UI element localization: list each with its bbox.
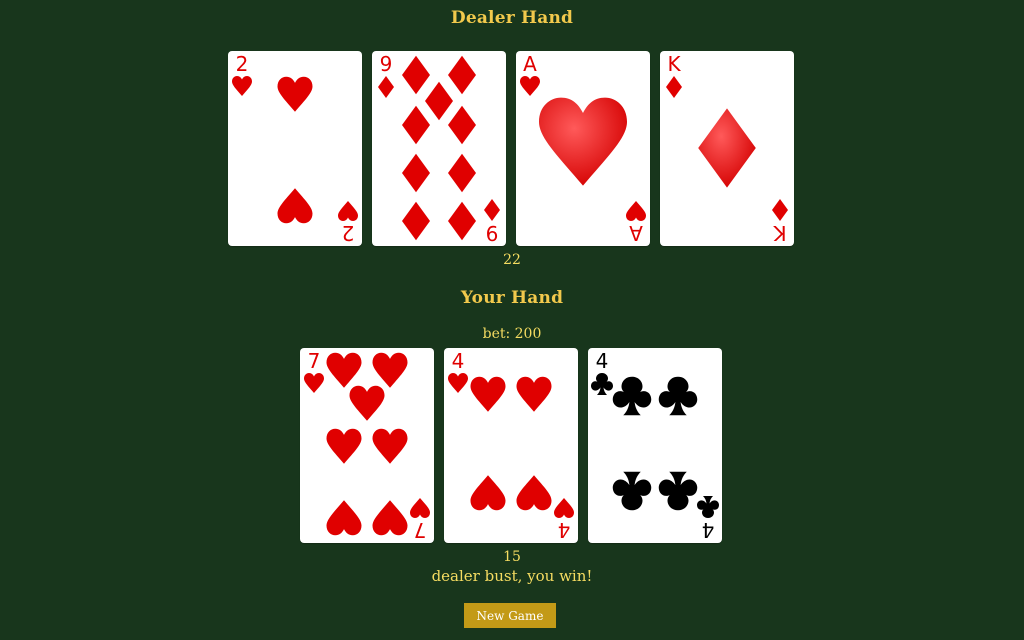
heart-pip-icon [349, 385, 385, 421]
card-rank: K [773, 221, 787, 245]
card-index-bottom: 4 [697, 496, 719, 542]
heart-pip-icon [277, 188, 313, 224]
heart-pip-icon [372, 500, 408, 536]
bet-amount: bet: 200 [482, 326, 542, 342]
diamond-pip-icon [448, 201, 476, 241]
dealer-hand-title: Dealer Hand [450, 8, 574, 28]
card-rank: 9 [380, 52, 393, 76]
card-face: KK [666, 52, 788, 245]
diamond-icon [666, 76, 682, 98]
card-rank: 9 [486, 221, 499, 245]
heart-pip-icon [516, 376, 552, 412]
heart-pip-icon [372, 352, 408, 388]
player-card-3: 44 [588, 348, 722, 543]
diamond-pip-icon [402, 105, 430, 145]
heart-icon [232, 76, 252, 96]
diamond-pip-icon [425, 81, 453, 121]
heart-icon [304, 373, 324, 393]
card-rank: 2 [342, 221, 355, 245]
card-face: 77 [304, 349, 430, 542]
heart-icon [554, 498, 574, 518]
diamond-icon [484, 199, 500, 221]
player-total: 15 [503, 549, 521, 565]
dealer-card-2: 99 [372, 51, 506, 246]
player-card-2: 44 [444, 348, 578, 543]
card-rank: 7 [414, 518, 427, 542]
dealer-card-3: AA [516, 51, 650, 246]
card-face: 22 [232, 52, 358, 245]
club-icon [697, 496, 719, 518]
dealer-total: 22 [503, 252, 521, 268]
card-rank: 4 [702, 518, 715, 542]
heart-icon [448, 373, 468, 393]
card-rank: 7 [308, 349, 321, 373]
diamond-pip-icon [402, 55, 430, 95]
card-face: 99 [378, 52, 500, 245]
card-rank: 4 [558, 518, 571, 542]
player-hand: 774444 [300, 348, 722, 543]
card-rank: 4 [452, 349, 465, 373]
card-face: AA [520, 52, 646, 245]
card-rank: K [667, 52, 681, 76]
club-pip-icon [658, 376, 698, 416]
card-face: 44 [591, 349, 719, 542]
card-index-bottom: 2 [338, 201, 358, 245]
heart-icon [626, 201, 646, 221]
new-game-button[interactable]: New Game [464, 603, 556, 628]
player-hand-title: Your Hand [460, 288, 564, 308]
card-index-bottom: 9 [484, 199, 500, 245]
heart-pip-icon [539, 97, 627, 186]
diamond-icon [772, 199, 788, 221]
heart-pip-icon [470, 475, 506, 511]
diamond-pip-icon [698, 108, 756, 188]
heart-icon [338, 201, 358, 221]
diamond-pip-icon [448, 153, 476, 193]
card-face: 44 [448, 349, 574, 542]
heart-pip-icon [372, 428, 408, 464]
card-index-bottom: A [626, 201, 646, 245]
card-rank: A [523, 52, 537, 76]
dealer-card-4: KK [660, 51, 794, 246]
heart-icon [410, 498, 430, 518]
heart-pip-icon [326, 352, 362, 388]
club-pip-icon [612, 471, 652, 511]
diamond-icon [378, 76, 394, 98]
heart-pip-icon [326, 428, 362, 464]
diamond-pip-icon [448, 105, 476, 145]
dealer-card-1: 22 [228, 51, 362, 246]
diamond-pip-icon [402, 153, 430, 193]
player-card-1: 77 [300, 348, 434, 543]
card-rank: A [629, 221, 643, 245]
diamond-pip-icon [448, 55, 476, 95]
heart-pip-icon [277, 76, 313, 112]
card-rank: 2 [236, 52, 249, 76]
card-index-bottom: K [772, 199, 788, 245]
game-result: dealer bust, you win! [431, 567, 593, 585]
club-pip-icon [658, 471, 698, 511]
card-rank: 4 [596, 349, 609, 373]
card-index-bottom: 7 [410, 498, 430, 542]
heart-icon [520, 76, 540, 96]
diamond-pip-icon [402, 201, 430, 241]
heart-pip-icon [516, 475, 552, 511]
heart-pip-icon [470, 376, 506, 412]
club-pip-icon [612, 376, 652, 416]
heart-pip-icon [326, 500, 362, 536]
dealer-hand: 2299AAKK [228, 51, 794, 246]
card-index-bottom: 4 [554, 498, 574, 542]
club-icon [591, 373, 613, 395]
